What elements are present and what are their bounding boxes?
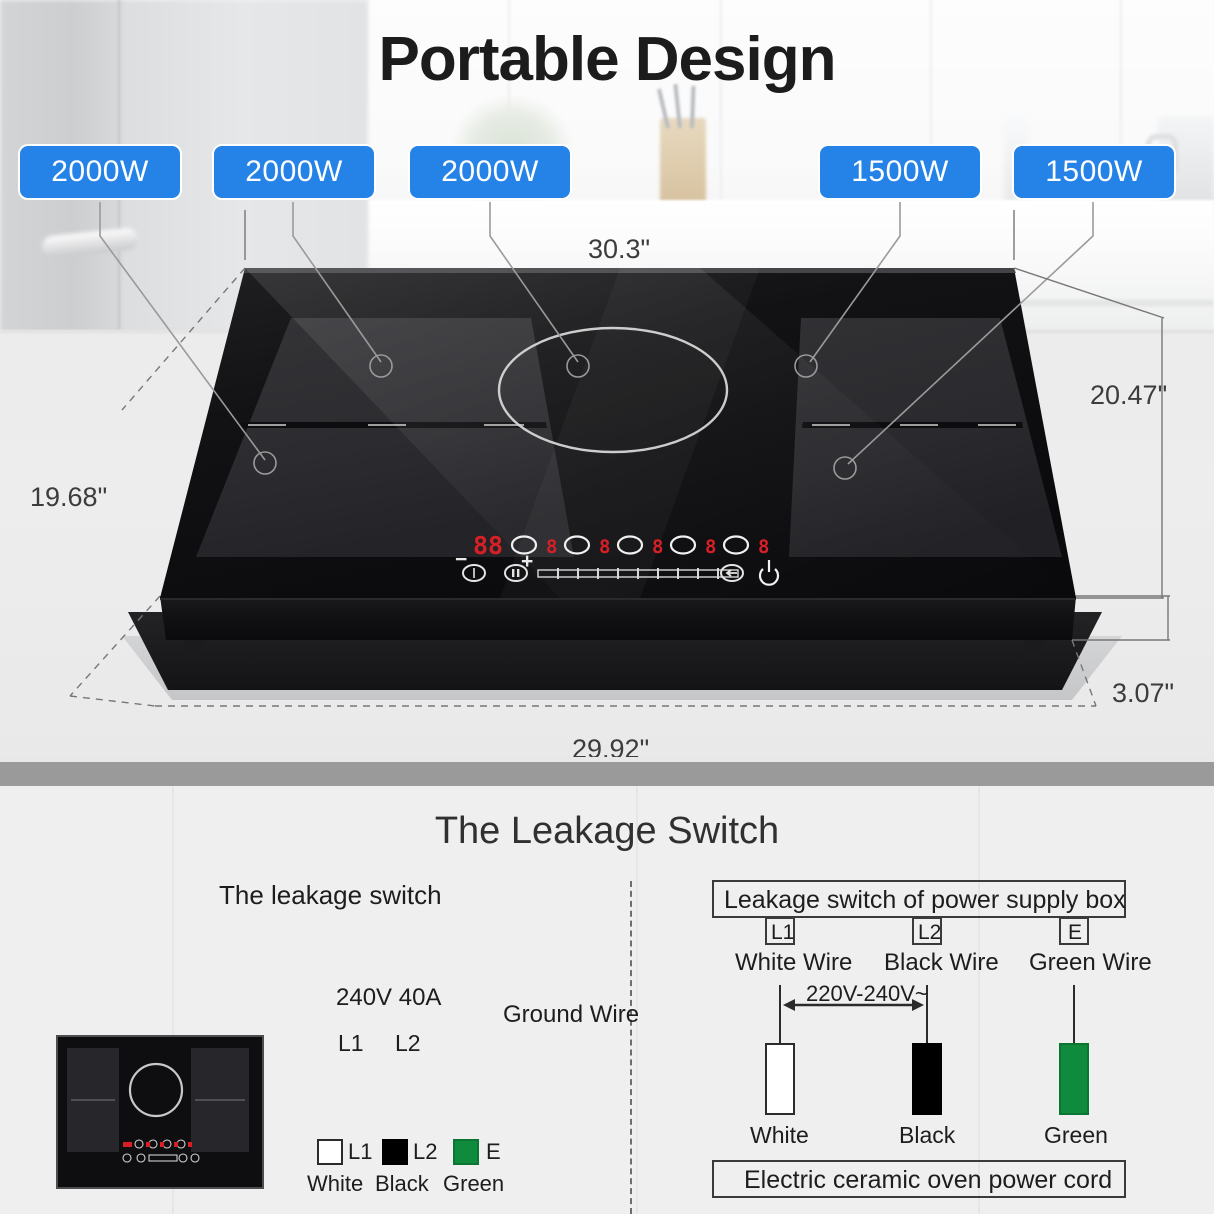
svg-text:8: 8 bbox=[758, 536, 769, 558]
green-end-label: Green bbox=[1044, 1122, 1108, 1148]
power-badge-1: 2000W bbox=[18, 144, 182, 200]
svg-text:8: 8 bbox=[599, 536, 610, 558]
white-end-label: White bbox=[750, 1122, 809, 1148]
power-badge-2: 2000W bbox=[212, 144, 376, 200]
pause-icon[interactable] bbox=[504, 564, 528, 582]
power-badge-3: 2000W bbox=[408, 144, 572, 200]
back-icon[interactable] bbox=[720, 564, 744, 582]
right-terminal-code-e: E bbox=[1068, 921, 1083, 944]
zone-indicator-1: 8 bbox=[510, 535, 557, 558]
svg-text:8: 8 bbox=[546, 536, 557, 558]
power-icon[interactable] bbox=[758, 560, 780, 586]
control-panel[interactable]: 88 − + 8 8 8 8 8 bbox=[0, 0, 1214, 762]
timer-display: 88 bbox=[473, 531, 503, 560]
green-wire-label: Green Wire bbox=[1029, 949, 1152, 976]
portable-design-section: 88 − + 8 8 8 8 8 Portable Design 2000W 2… bbox=[0, 0, 1214, 762]
zone-indicator-4: 8 bbox=[669, 535, 716, 558]
power-badge-4: 1500W bbox=[818, 144, 982, 200]
dimension-depth-right: 20.47" bbox=[1090, 380, 1168, 410]
zone-indicator-3: 8 bbox=[616, 535, 663, 558]
zone-indicator-2: 8 bbox=[563, 535, 610, 558]
dimension-height: 3.07" bbox=[1112, 678, 1175, 708]
svg-text:8: 8 bbox=[705, 536, 716, 558]
right-terminal-code-l1: L1 bbox=[771, 921, 795, 944]
black-end-label: Black bbox=[899, 1122, 956, 1148]
power-slider[interactable] bbox=[537, 568, 739, 579]
product-infographic: 88 − + 8 8 8 8 8 Portable Design 2000W 2… bbox=[0, 0, 1214, 1214]
white-wire-label: White Wire bbox=[735, 949, 853, 976]
page-title: Portable Design bbox=[378, 25, 837, 94]
power-cord-wiring-diagram bbox=[765, 917, 1089, 1115]
right-terminal-code-l2: L2 bbox=[918, 921, 942, 944]
voltage-label: 220V-240V~ bbox=[806, 981, 928, 1006]
zone-indicator-5: 8 bbox=[722, 535, 769, 558]
dimension-width-top: 30.3" bbox=[588, 234, 651, 264]
power-badge-5: 1500W bbox=[1012, 144, 1176, 200]
leakage-switch-section: The Leakage Switch The leakage switch 24… bbox=[0, 786, 1214, 1214]
black-wire-label: Black Wire bbox=[884, 949, 999, 976]
section-separator bbox=[0, 762, 1214, 786]
lock-icon[interactable] bbox=[462, 564, 486, 582]
svg-text:8: 8 bbox=[652, 536, 663, 558]
dimension-depth-left: 19.68" bbox=[30, 482, 108, 512]
